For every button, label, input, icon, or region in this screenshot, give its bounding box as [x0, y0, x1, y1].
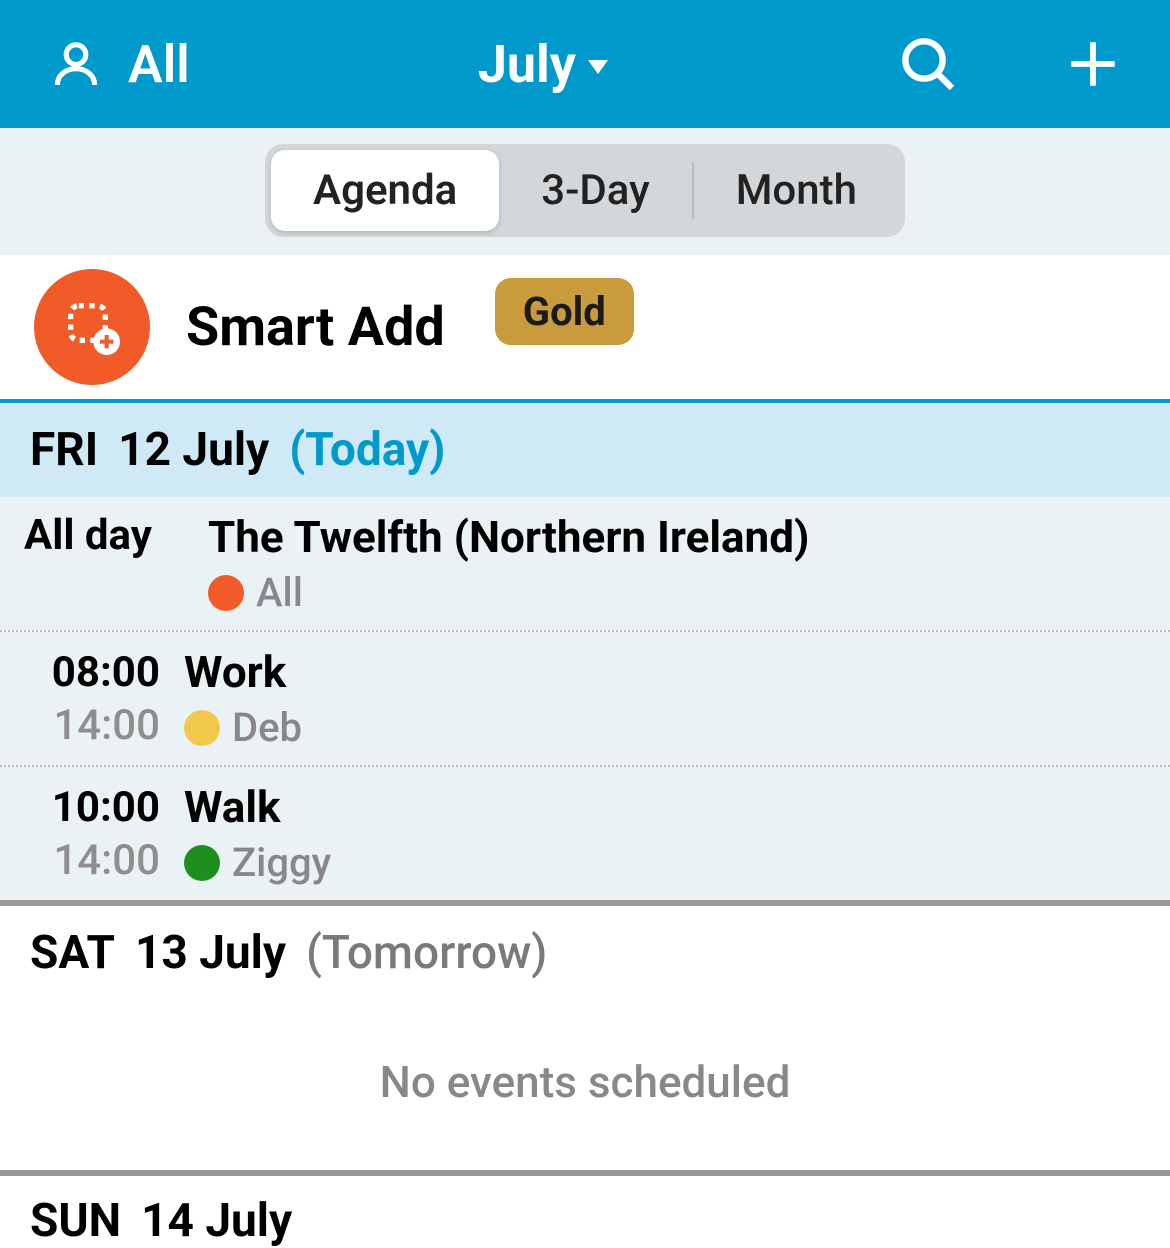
search-button[interactable] [896, 32, 960, 96]
smart-add-label: Smart Add [186, 296, 445, 359]
calendar-name: Deb [232, 704, 302, 751]
day-of-week: SUN [30, 1194, 121, 1248]
event-time: 10:00 14:00 [0, 781, 160, 885]
gold-badge: Gold [495, 278, 634, 345]
day-date: 13 July [135, 926, 286, 980]
plus-icon [1064, 35, 1122, 93]
start-time: 10:00 [0, 783, 160, 832]
view-tabs-bar: Agenda 3-Day Month [0, 128, 1170, 255]
view-segmented-control: Agenda 3-Day Month [265, 144, 905, 237]
chevron-down-icon [588, 60, 608, 74]
day-header: SUN 14 July [0, 1176, 1170, 1248]
day-of-week: FRI [30, 423, 98, 477]
event-row[interactable]: All day The Twelfth (Northern Ireland) A… [0, 497, 1170, 630]
day-of-week: SAT [30, 926, 115, 980]
app-header: All July [0, 0, 1170, 128]
calendar-dot-icon [184, 845, 220, 881]
no-events-label: No events scheduled [0, 1000, 1170, 1170]
tomorrow-marker: (Tomorrow) [306, 926, 547, 980]
end-time: 14:00 [0, 836, 160, 885]
event-row[interactable]: 08:00 14:00 Work Deb [0, 632, 1170, 765]
end-time: 14:00 [0, 701, 160, 750]
event-title: Walk [184, 781, 1170, 833]
month-label: July [478, 34, 576, 95]
calendar-name: All [256, 569, 303, 616]
tab-3day[interactable]: 3-Day [499, 150, 691, 231]
calendar-dot-icon [184, 710, 220, 746]
allday-label: All day [0, 511, 184, 560]
smart-add-row[interactable]: Smart Add Gold [0, 255, 1170, 403]
smart-add-icon [34, 269, 150, 385]
tab-agenda[interactable]: Agenda [271, 150, 499, 231]
event-title: Work [184, 646, 1170, 698]
filter-label: All [128, 34, 190, 95]
today-marker: (Today) [289, 423, 445, 477]
event-time: 08:00 14:00 [0, 646, 160, 750]
start-time: 08:00 [0, 648, 160, 697]
calendar-name: Ziggy [232, 839, 331, 886]
day-date: 14 July [141, 1194, 292, 1248]
add-button[interactable] [1064, 35, 1122, 93]
event-row[interactable]: 10:00 14:00 Walk Ziggy [0, 767, 1170, 900]
day-date: 12 July [118, 423, 269, 477]
search-icon [896, 32, 960, 96]
person-icon [48, 36, 104, 92]
event-title: The Twelfth (Northern Ireland) [208, 511, 1170, 563]
tab-month[interactable]: Month [694, 150, 899, 231]
day-header: SAT 13 July (Tomorrow) [0, 906, 1170, 1000]
calendar-dot-icon [208, 575, 244, 611]
day-header-today: FRI 12 July (Today) [0, 403, 1170, 497]
header-filter[interactable]: All [48, 34, 190, 95]
month-picker[interactable]: July [478, 34, 608, 95]
